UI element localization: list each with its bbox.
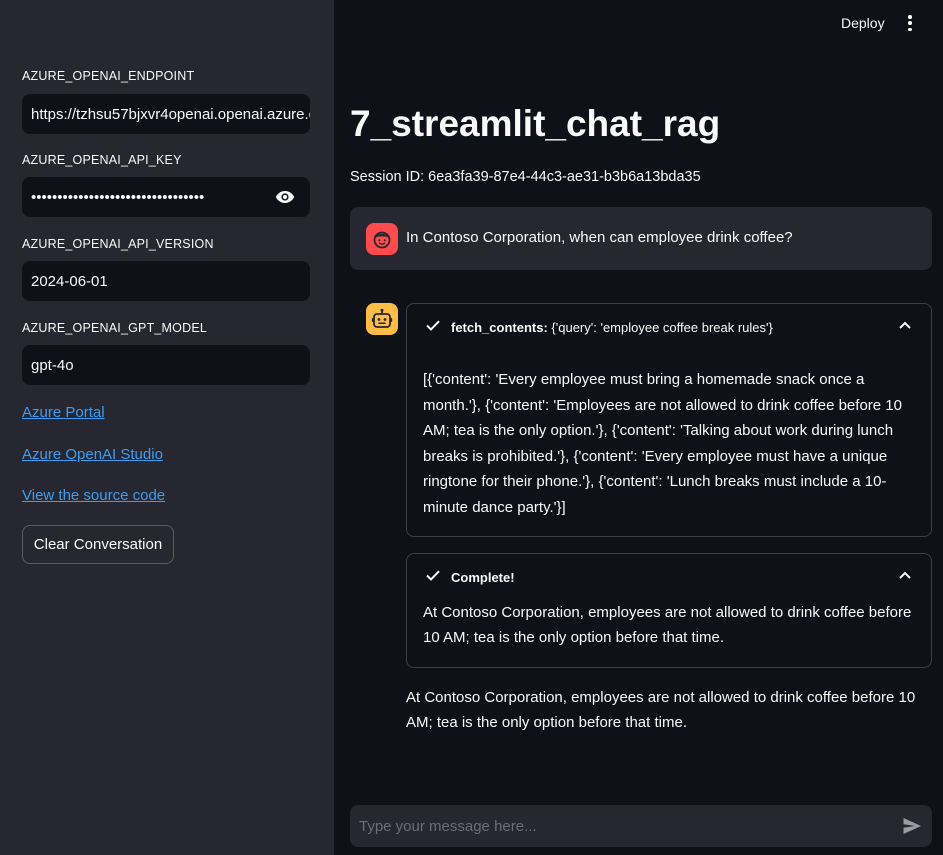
app-root: AZURE_OPENAI_ENDPOINT https://tzhsu57bjx… [0,0,943,855]
gpt-model-value: gpt-4o [31,356,74,374]
user-message: In Contoso Corporation, when can employe… [350,207,932,270]
tool-name: fetch_contents: [451,320,548,335]
api-version-label: AZURE_OPENAI_API_VERSION [22,237,214,251]
eye-icon[interactable] [274,187,296,207]
deploy-button[interactable]: Deploy [841,15,885,31]
user-avatar-icon [366,223,398,255]
endpoint-value: https://tzhsu57bjxvr4openai.openai.azure… [31,105,310,123]
azure-portal-link[interactable]: Azure Portal [22,404,105,421]
check-icon [426,320,440,331]
assistant-answer-text: At Contoso Corporation, employees are no… [406,689,916,731]
sidebar: AZURE_OPENAI_ENDPOINT https://tzhsu57bjx… [0,0,334,855]
tool-args: {'query': 'employee coffee break rules'} [547,320,773,335]
tool-call-expander-header[interactable]: fetch_contents: {'query': 'employee coff… [407,304,931,350]
check-icon [426,570,440,581]
gpt-model-label: AZURE_OPENAI_GPT_MODEL [22,321,208,335]
send-icon[interactable] [902,816,922,836]
chat-input-container [350,805,932,847]
api-key-value: ••••••••••••••••••••••••••••••••• [31,188,205,206]
complete-body-text: At Contoso Corporation, employees are no… [423,604,912,646]
tool-call-expander: fetch_contents: {'query': 'employee coff… [406,303,932,537]
endpoint-input[interactable]: https://tzhsu57bjxvr4openai.openai.azure… [22,94,310,134]
page-title: 7_streamlit_chat_rag [350,103,721,144]
endpoint-label: AZURE_OPENAI_ENDPOINT [22,69,195,83]
azure-openai-studio-link[interactable]: Azure OpenAI Studio [22,446,163,463]
chat-input[interactable] [350,805,890,847]
api-key-input[interactable]: ••••••••••••••••••••••••••••••••• [22,177,310,217]
complete-expander: Complete! At Contoso Corporation, employ… [406,553,932,668]
complete-expander-header[interactable]: Complete! [407,554,931,600]
api-version-value: 2024-06-01 [31,272,108,290]
view-source-link[interactable]: View the source code [22,487,165,504]
tool-result-text: [{'content': 'Every employee must bring … [423,371,902,516]
chevron-up-icon [899,571,911,579]
user-message-text: In Contoso Corporation, when can employe… [406,229,793,246]
assistant-avatar-icon [366,303,398,335]
chevron-up-icon [899,321,911,329]
api-key-label: AZURE_OPENAI_API_KEY [22,153,182,167]
complete-title: Complete! [451,570,515,585]
tool-call-title: fetch_contents: {'query': 'employee coff… [451,320,773,335]
gpt-model-input[interactable]: gpt-4o [22,345,310,385]
api-version-input[interactable]: 2024-06-01 [22,261,310,301]
more-vert-icon[interactable] [902,12,918,34]
clear-conversation-button[interactable]: Clear Conversation [22,525,174,564]
session-id: Session ID: 6ea3fa39-87e4-44c3-ae31-b3b6… [350,169,701,185]
